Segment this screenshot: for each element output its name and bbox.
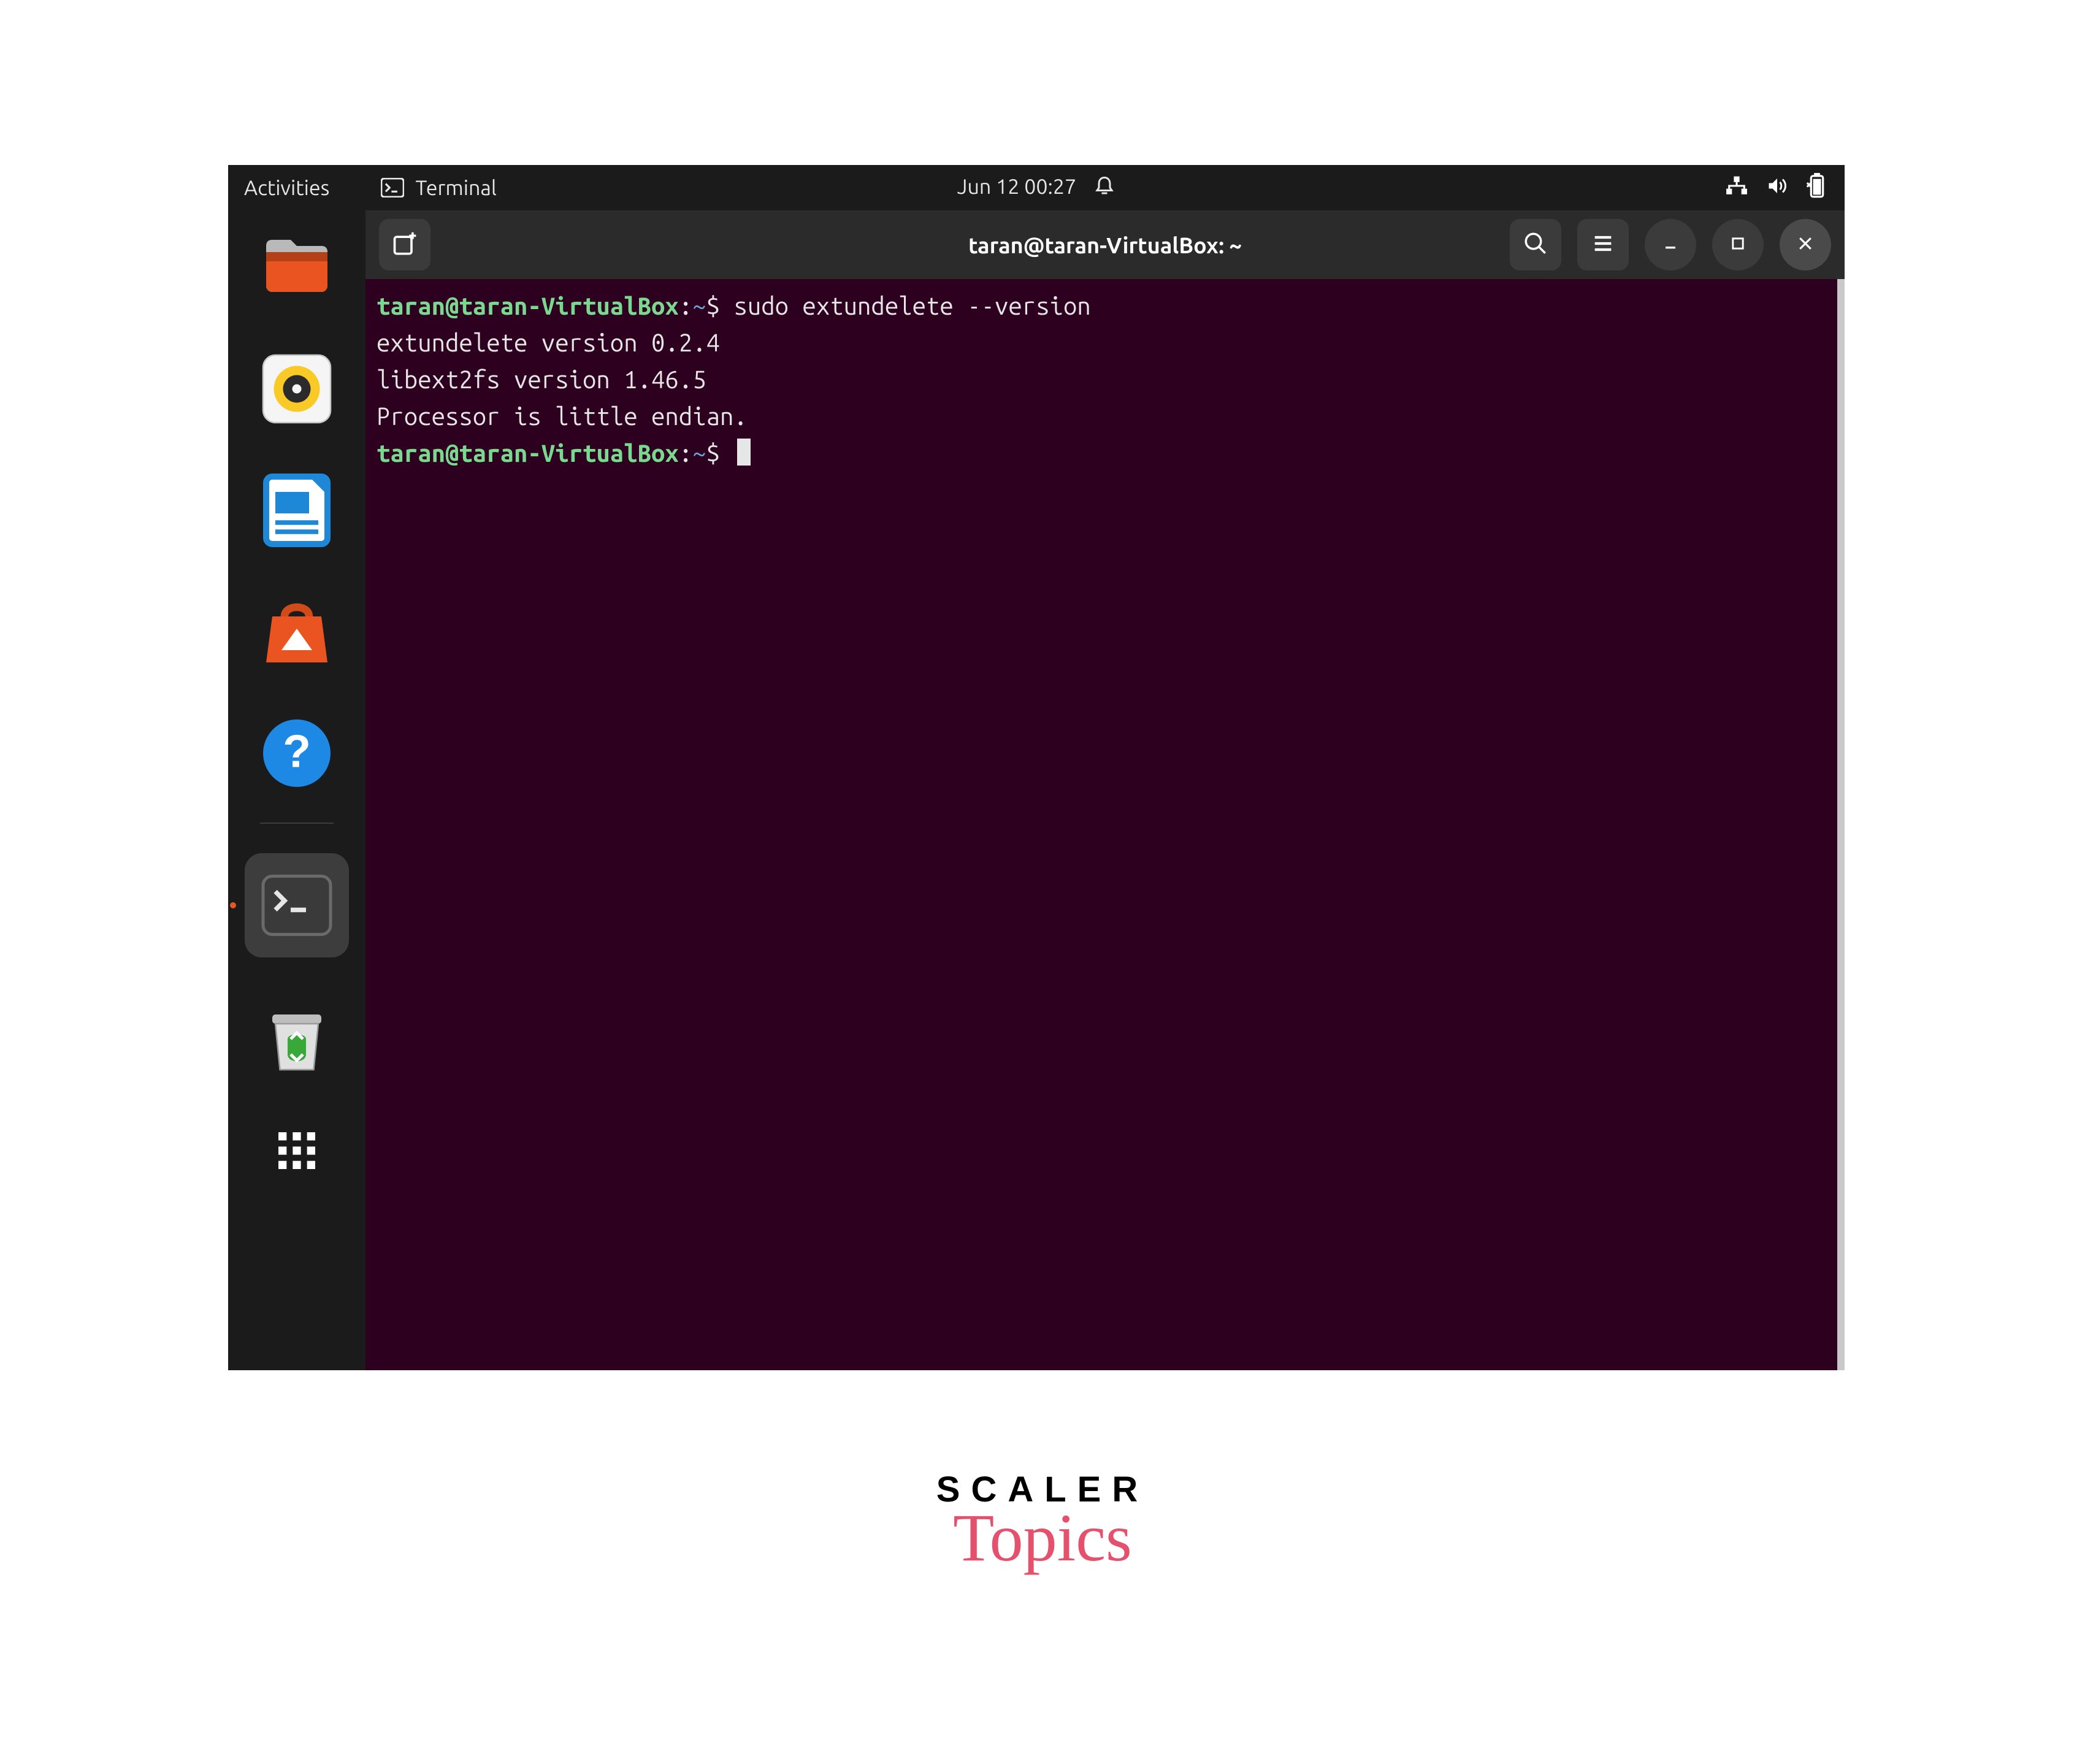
battery-charging-icon[interactable] xyxy=(1805,173,1829,203)
maximize-button[interactable] xyxy=(1712,219,1764,270)
minimize-button[interactable] xyxy=(1645,219,1696,270)
clock[interactable]: Jun 12 00:27 xyxy=(957,175,1077,201)
volume-icon[interactable] xyxy=(1765,175,1789,201)
cursor xyxy=(737,439,751,466)
dock-item-help[interactable]: ? xyxy=(257,713,337,793)
search-icon xyxy=(1523,231,1548,259)
dock-show-applications[interactable] xyxy=(257,1123,337,1178)
notifications-icon[interactable] xyxy=(1093,175,1115,201)
dock-item-rhythmbox[interactable] xyxy=(257,349,337,429)
network-icon[interactable] xyxy=(1724,175,1749,201)
gnome-topbar: Activities Terminal Jun 12 00:27 xyxy=(228,165,1845,210)
dock-item-files[interactable] xyxy=(257,228,337,307)
command-text: sudo extundelete --version xyxy=(733,292,1090,320)
prompt-path: ~ xyxy=(692,439,706,467)
terminal-line: libext2fs version 1.46.5 xyxy=(377,361,1826,398)
output-text: Processor is little endian. xyxy=(377,402,748,430)
dock-separator xyxy=(260,823,334,824)
watermark-line2: Topics xyxy=(953,1499,1132,1577)
terminal-line: Processor is little endian. xyxy=(377,398,1826,435)
terminal-line: taran@taran-VirtualBox:~$ xyxy=(377,435,1826,472)
dock-item-trash[interactable] xyxy=(257,999,337,1079)
output-text: extundelete version 0.2.4 xyxy=(377,329,720,356)
terminal-line: taran@taran-VirtualBox:~$ sudo extundele… xyxy=(377,288,1826,324)
minimize-icon xyxy=(1661,234,1680,256)
terminal-viewport[interactable]: taran@taran-VirtualBox:~$ sudo extundele… xyxy=(365,279,1845,1370)
terminal-headerbar: taran@taran-VirtualBox: ~ xyxy=(365,210,1845,279)
close-icon xyxy=(1796,234,1815,255)
focused-app-label: Terminal xyxy=(415,176,496,199)
terminal-window: taran@taran-VirtualBox: ~ xyxy=(365,210,1845,1370)
focused-app-indicator[interactable]: Terminal xyxy=(381,176,496,199)
dock-item-ubuntu-software[interactable] xyxy=(257,592,337,672)
dock-item-terminal[interactable] xyxy=(245,853,349,957)
maximize-icon xyxy=(1729,235,1746,255)
ubuntu-screenshot: Activities Terminal Jun 12 00:27 xyxy=(228,165,1845,1370)
close-button[interactable] xyxy=(1780,219,1831,270)
prompt-user: taran@taran-VirtualBox xyxy=(377,292,679,320)
terminal-line: extundelete version 0.2.4 xyxy=(377,324,1826,361)
activities-button[interactable]: Activities xyxy=(244,176,329,199)
terminal-small-icon xyxy=(381,178,404,197)
search-button[interactable] xyxy=(1510,219,1561,270)
output-text: libext2fs version 1.46.5 xyxy=(377,366,706,393)
hamburger-menu-button[interactable] xyxy=(1577,219,1629,270)
new-tab-button[interactable] xyxy=(379,219,430,270)
hamburger-icon xyxy=(1591,231,1615,258)
dock: ? xyxy=(228,210,365,1370)
svg-text:?: ? xyxy=(283,726,311,777)
dock-item-libreoffice-writer[interactable] xyxy=(257,470,337,550)
prompt-path: ~ xyxy=(692,292,706,320)
desktop-area: ? xyxy=(228,210,1845,1370)
prompt-user: taran@taran-VirtualBox xyxy=(377,439,679,467)
scaler-watermark: SCALER Topics xyxy=(0,1469,2085,1577)
